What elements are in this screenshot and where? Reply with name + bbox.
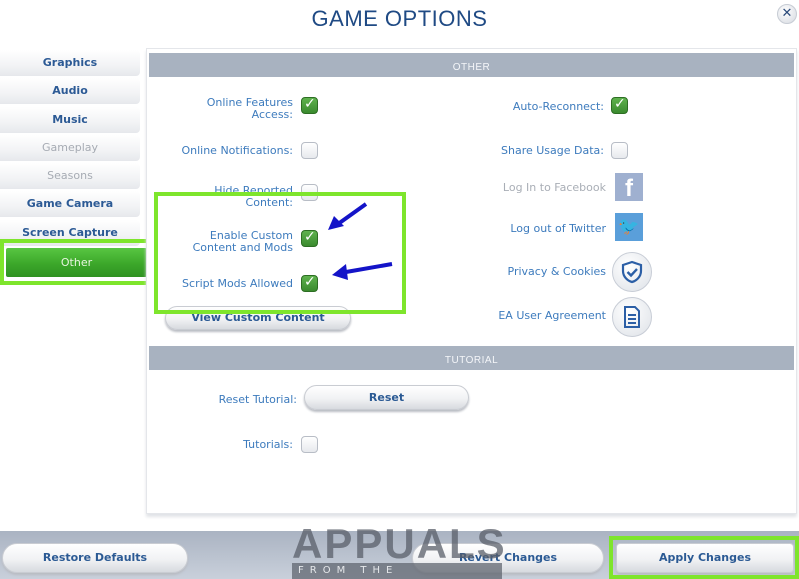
user-agreement-button[interactable] (612, 297, 652, 337)
sidebar-item-gameplay[interactable]: Gameplay (0, 134, 140, 161)
dialog-title: Game Options (311, 6, 488, 31)
sidebar-item-audio[interactable]: Audio (0, 78, 140, 105)
twitter-icon[interactable]: 🐦 (615, 213, 643, 241)
close-button[interactable]: ✕ (777, 4, 797, 24)
auto-reconnect-checkbox[interactable] (611, 96, 628, 114)
section-header-other: Other (149, 53, 794, 77)
sidebar-item-graphics[interactable]: Graphics (0, 50, 140, 76)
watermark-brand: APPUALS (292, 520, 507, 567)
share-usage-data-label: Share Usage Data: (501, 144, 604, 157)
online-features-checkbox[interactable] (301, 96, 318, 114)
arrow-annotation-custom-content (328, 202, 368, 230)
close-icon: ✕ (781, 6, 793, 21)
sidebar-item-seasons[interactable]: Seasons (0, 163, 140, 190)
watermark: APPUALS FROM THE EXPERTS! (292, 520, 505, 579)
online-notifications-checkbox[interactable] (301, 142, 318, 159)
highlight-box-apply (609, 536, 799, 579)
auto-reconnect-label: Auto-Reconnect: (512, 100, 604, 113)
facebook-login-link[interactable]: Log In to Facebook (427, 182, 606, 194)
tutorials-label: Tutorials: (243, 438, 293, 451)
privacy-button[interactable] (612, 252, 652, 292)
share-usage-data-checkbox[interactable] (611, 142, 628, 159)
sidebar-item-game-camera[interactable]: Game Camera (0, 191, 140, 218)
sidebar-item-music[interactable]: Music (0, 106, 140, 133)
watermark-tagline: FROM THE EXPERTS! (292, 563, 502, 579)
tutorials-checkbox[interactable] (301, 436, 318, 453)
reset-tutorial-label: Reset Tutorial: (218, 393, 297, 406)
twitter-logout-link[interactable]: Log out of Twitter (427, 223, 606, 235)
restore-defaults-button[interactable]: Restore Defaults (2, 543, 188, 573)
reset-tutorial-button[interactable]: Reset (304, 385, 469, 410)
facebook-icon[interactable]: f (615, 173, 643, 202)
section-header-tutorial: Tutorial (149, 346, 794, 370)
highlight-box-other-tab (0, 239, 153, 285)
online-notifications-label: Online Notifications: (181, 144, 293, 157)
privacy-cookies-link[interactable]: Privacy & Cookies (427, 266, 606, 278)
arrow-annotation-script-mods (332, 262, 393, 280)
document-icon (624, 306, 640, 328)
shield-check-icon (621, 260, 643, 284)
ea-user-agreement-link[interactable]: EA User Agreement (427, 310, 606, 322)
online-features-label: Online Features Access: (206, 96, 293, 121)
